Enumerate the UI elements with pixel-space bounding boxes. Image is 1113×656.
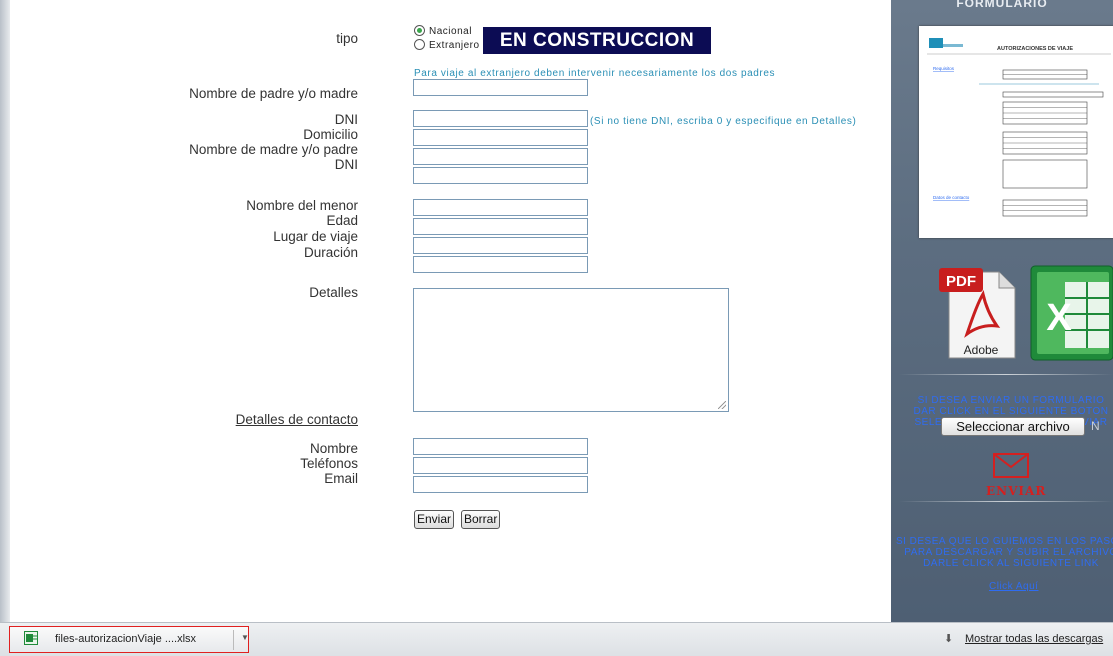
menor-label: Nombre del menor bbox=[246, 198, 358, 213]
lugar-label: Lugar de viaje bbox=[273, 229, 358, 244]
envelope-icon[interactable] bbox=[993, 453, 1029, 479]
enviar-button[interactable]: Enviar bbox=[414, 510, 455, 529]
dni1-label: DNI bbox=[334, 112, 358, 127]
thumb-link-requisitos: Requisitos bbox=[933, 66, 955, 71]
nombre-input[interactable] bbox=[413, 438, 588, 455]
edad-label: Edad bbox=[326, 213, 358, 228]
email-label: Email bbox=[324, 471, 358, 486]
sidebar: FORMULARIO AUTORIZACIONES DE VIAJE Requi… bbox=[891, 0, 1113, 622]
padres-note: Para viaje al extranjero deben interveni… bbox=[414, 68, 776, 79]
sidebar-title: FORMULARIO bbox=[956, 0, 1048, 10]
download-bar: files-autorizacionViaje ....xlsx ▼ ⬇ Mos… bbox=[0, 622, 1113, 656]
madre-label: Nombre de madre y/o padre bbox=[189, 142, 358, 157]
duracion-label: Duración bbox=[303, 245, 358, 260]
thumb-link-contacto: Datos de contacto bbox=[933, 195, 970, 200]
form-thumbnail[interactable]: AUTORIZACIONES DE VIAJE Requisitos Datos… bbox=[919, 26, 1113, 238]
radio-extranjero[interactable] bbox=[414, 39, 425, 50]
radio-extranjero-label: Extranjero bbox=[429, 40, 480, 51]
detalles-label: Detalles bbox=[309, 285, 358, 300]
construction-banner: EN CONSTRUCCION bbox=[483, 27, 711, 54]
telefonos-input[interactable] bbox=[413, 457, 588, 474]
click-aqui-link[interactable]: Click Aquí bbox=[989, 581, 1038, 592]
email-input[interactable] bbox=[413, 476, 588, 493]
padre-input[interactable] bbox=[413, 79, 588, 96]
show-all-downloads-link[interactable]: Mostrar todas las descargas bbox=[965, 633, 1103, 645]
page-left-edge bbox=[0, 0, 10, 622]
domicilio-label: Domicilio bbox=[303, 127, 358, 142]
download-arrow-icon: ⬇ bbox=[944, 633, 954, 645]
duracion-input[interactable] bbox=[413, 256, 588, 273]
dni1-input[interactable] bbox=[413, 110, 588, 127]
pdf-icon[interactable]: PDF Adobe bbox=[937, 264, 1021, 360]
resize-grip-icon[interactable] bbox=[718, 401, 726, 409]
excel-label: X bbox=[1046, 297, 1072, 339]
pdf-label: PDF bbox=[946, 273, 976, 290]
file-status-text: N bbox=[1091, 419, 1100, 433]
download-item[interactable]: files-autorizacionViaje ....xlsx ▼ bbox=[9, 626, 249, 653]
contacto-heading: Detalles de contacto bbox=[235, 412, 358, 427]
excel-file-icon bbox=[24, 631, 38, 645]
menor-input[interactable] bbox=[413, 199, 588, 216]
dni2-label: DNI bbox=[334, 157, 358, 172]
edad-input[interactable] bbox=[413, 218, 588, 235]
download-separator bbox=[233, 630, 234, 650]
chevron-down-icon[interactable]: ▼ bbox=[241, 633, 249, 642]
download-filename: files-autorizacionViaje ....xlsx bbox=[55, 633, 197, 645]
detalles-textarea[interactable] bbox=[413, 288, 729, 412]
telefonos-label: Teléfonos bbox=[300, 456, 358, 471]
nombre-label: Nombre bbox=[309, 441, 358, 456]
dni2-input[interactable] bbox=[413, 167, 588, 184]
padre-label: Nombre de padre y/o madre bbox=[189, 86, 358, 101]
thumb-title: AUTORIZACIONES DE VIAJE bbox=[997, 46, 1073, 52]
enviar-sidebar-button[interactable]: ENVIAR bbox=[986, 484, 1046, 498]
form-thumbnail-image: AUTORIZACIONES DE VIAJE Requisitos Datos… bbox=[927, 38, 1111, 217]
dni-note: (Si no tiene DNI, escriba 0 y especifiqu… bbox=[590, 116, 857, 127]
sidebar-divider-2 bbox=[899, 501, 1113, 502]
select-file-button[interactable]: Seleccionar archivo bbox=[941, 417, 1085, 436]
excel-icon[interactable]: X bbox=[1029, 262, 1113, 362]
lugar-input[interactable] bbox=[413, 237, 588, 254]
adobe-label: Adobe bbox=[964, 343, 999, 357]
sidebar-divider-1 bbox=[899, 374, 1113, 375]
madre-input[interactable] bbox=[413, 148, 588, 165]
borrar-button[interactable]: Borrar bbox=[461, 510, 501, 529]
tipo-label: tipo bbox=[336, 31, 358, 46]
radio-nacional[interactable] bbox=[414, 25, 425, 36]
form-page: tipo Nacional Extranjero EN CONSTRUCCION… bbox=[0, 0, 1113, 622]
domicilio-input[interactable] bbox=[413, 129, 588, 146]
radio-nacional-label: Nacional bbox=[429, 26, 472, 37]
guide-instructions-text: SI DESEA QUE LO GUIEMOS EN LOS PASOS PAR… bbox=[895, 536, 1113, 569]
